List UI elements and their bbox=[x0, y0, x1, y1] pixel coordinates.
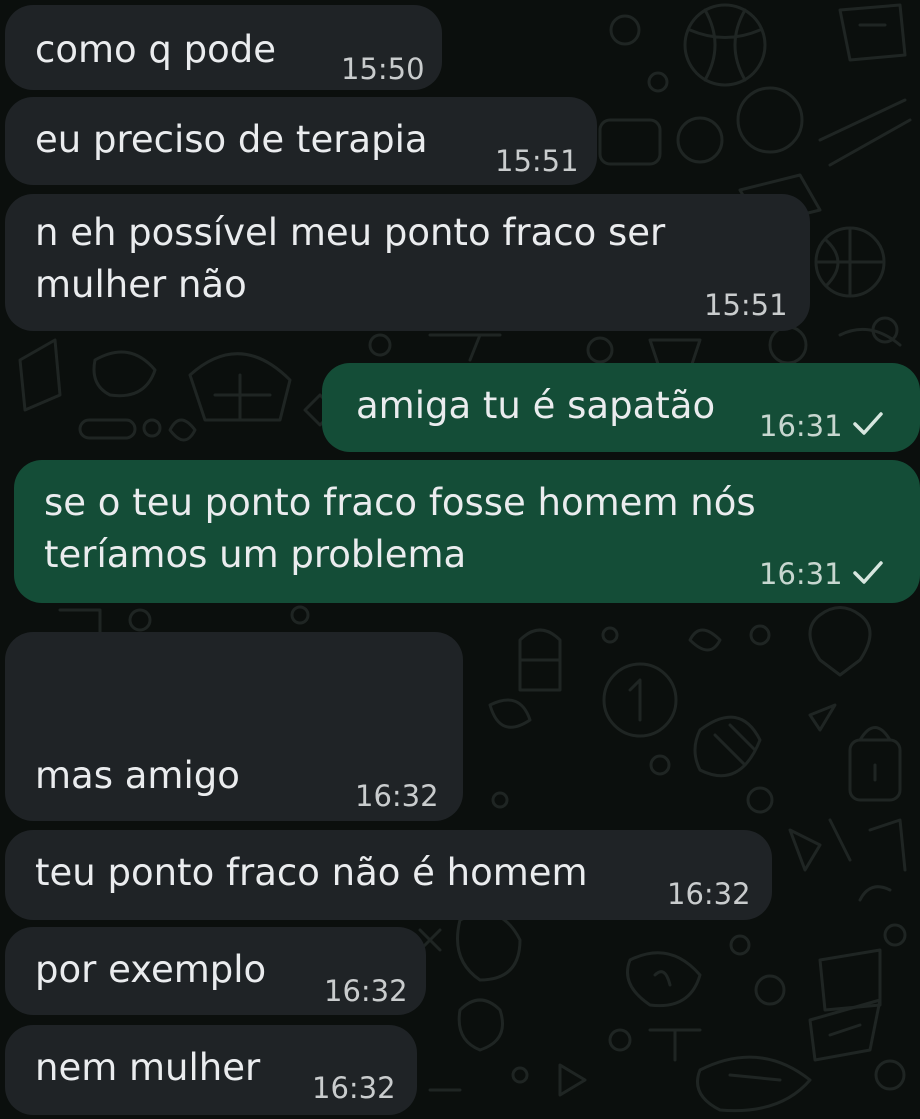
outgoing-message[interactable]: amiga tu é sapatão 16:31 bbox=[322, 363, 920, 452]
incoming-message[interactable]: n eh possível meu ponto fraco ser mulher… bbox=[5, 194, 810, 331]
single-check-icon bbox=[853, 561, 883, 584]
message-timestamp: 16:31 bbox=[759, 557, 843, 591]
message-text: nem mulher bbox=[35, 1046, 261, 1089]
message-text-line: se o teu ponto fraco fosse homem nós bbox=[44, 481, 756, 524]
message-text: amiga tu é sapatão bbox=[356, 384, 716, 427]
incoming-message[interactable]: como q pode 15:50 bbox=[5, 5, 442, 90]
message-timestamp: 15:51 bbox=[704, 288, 788, 322]
message-text-line: teríamos um problema bbox=[44, 533, 467, 576]
outgoing-message[interactable]: se o teu ponto fraco fosse homem nós ter… bbox=[14, 460, 920, 603]
message-timestamp: 15:51 bbox=[495, 144, 579, 178]
message-text: como q pode bbox=[35, 28, 277, 71]
incoming-message[interactable]: teu ponto fraco não é homem 16:32 bbox=[5, 830, 772, 920]
message-text-line: mas amigo bbox=[35, 754, 240, 797]
message-text-line: mulher não bbox=[35, 263, 247, 306]
single-check-icon bbox=[853, 412, 883, 435]
message-text: eu preciso de terapia bbox=[35, 118, 428, 161]
message-timestamp: 16:32 bbox=[312, 1071, 396, 1105]
message-timestamp: 16:31 bbox=[759, 409, 843, 443]
incoming-message[interactable]: mas amigo 16:32 bbox=[5, 632, 463, 821]
chat-area[interactable]: como q pode 15:50 eu preciso de terapia … bbox=[0, 0, 920, 1119]
incoming-message[interactable]: nem mulher 16:32 bbox=[5, 1025, 417, 1115]
message-text: por exemplo bbox=[35, 948, 267, 991]
message-timestamp: 16:32 bbox=[324, 974, 408, 1008]
message-timestamp: 15:50 bbox=[341, 52, 425, 86]
message-text: teu ponto fraco não é homem bbox=[35, 851, 588, 894]
incoming-message[interactable]: por exemplo 16:32 bbox=[5, 927, 426, 1015]
incoming-message[interactable]: eu preciso de terapia 15:51 bbox=[5, 97, 597, 185]
message-text-line: n eh possível meu ponto fraco ser bbox=[35, 211, 666, 254]
message-timestamp: 16:32 bbox=[667, 877, 751, 911]
message-timestamp: 16:32 bbox=[355, 779, 439, 813]
